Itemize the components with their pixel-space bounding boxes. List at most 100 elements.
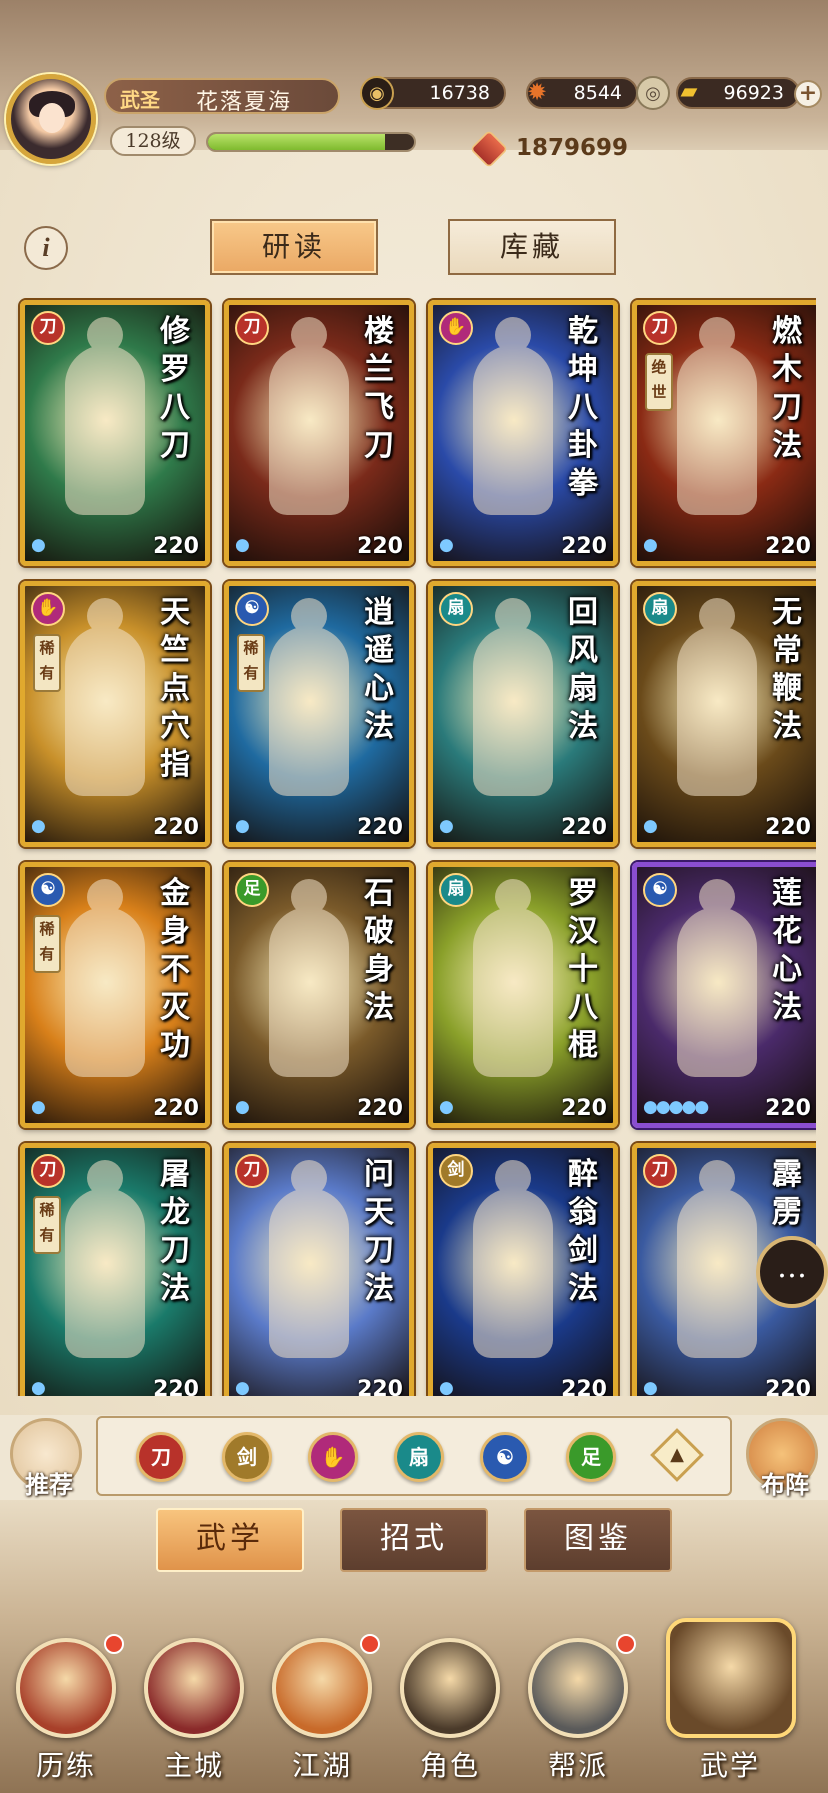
chat-bubble-icon: …	[777, 1250, 807, 1285]
avatar-face	[39, 103, 65, 133]
star-drops-icon: ●	[643, 816, 658, 836]
nav-icon	[666, 1618, 796, 1738]
nav-icon	[144, 1638, 244, 1738]
notification-dot	[360, 1634, 380, 1654]
star-drops-icon: ●	[643, 1378, 658, 1396]
info-button[interactable]: i	[24, 226, 68, 270]
character-art	[677, 317, 757, 515]
fan-type-icon: 扇	[439, 592, 473, 626]
skill-level: 220	[357, 815, 403, 840]
subtab-atlas[interactable]: 图鉴	[524, 1508, 672, 1572]
leaf-icon: ✹	[526, 78, 548, 106]
nav-item[interactable]: 帮派	[524, 1626, 636, 1786]
character-art	[65, 879, 145, 1077]
star-drops-icon: ●	[439, 1378, 454, 1396]
skill-level: 220	[765, 1377, 811, 1396]
rarity-badge: 绝世	[645, 353, 673, 411]
skill-title: 石破身法	[364, 876, 394, 1025]
fist-filter-icon[interactable]: ✋	[308, 1432, 358, 1482]
star-drops-icon: ●	[439, 1097, 454, 1117]
character-art	[269, 1160, 349, 1358]
star-drops-icon: ●	[31, 1097, 46, 1117]
formation-button[interactable]: 布阵	[746, 1418, 818, 1499]
foot-filter-icon[interactable]: 足	[566, 1432, 616, 1482]
coin-icon: ◉	[360, 76, 394, 110]
star-drops-icon: ●	[235, 535, 250, 555]
skill-card[interactable]: 剑 醉翁剑法 ● 220	[428, 1143, 618, 1396]
star-drops-icon: ●	[235, 816, 250, 836]
skill-card[interactable]: 扇 无常鞭法 ● 220	[632, 581, 816, 847]
nav-item[interactable]: 江湖	[268, 1626, 380, 1786]
skill-card[interactable]: ✋ 乾坤八卦拳 ● 220	[428, 300, 618, 566]
rarity-badge: 稀有	[237, 634, 265, 692]
subtab-moves[interactable]: 招式	[340, 1508, 488, 1572]
sword-filter-icon[interactable]: 刀	[136, 1432, 186, 1482]
skill-level: 220	[561, 815, 607, 840]
skill-level: 220	[357, 534, 403, 559]
skill-card[interactable]: 足 石破身法 ● 220	[224, 862, 414, 1128]
subtab-martial[interactable]: 武学	[156, 1508, 304, 1572]
skill-title: 霹雳	[772, 1157, 802, 1230]
foot-type-icon: 足	[235, 873, 269, 907]
character-art	[473, 879, 553, 1077]
combat-power: 1879699	[469, 129, 629, 169]
character-art	[269, 879, 349, 1077]
skill-card[interactable]: 刀 问天刀法 ● 220	[224, 1143, 414, 1396]
skill-title: 天竺点穴指	[160, 595, 190, 782]
sword-type-icon: 刀	[235, 311, 269, 345]
tab-study[interactable]: 研读	[210, 219, 378, 275]
ingot-value: 96923	[723, 82, 784, 104]
character-art	[473, 1160, 553, 1358]
skill-card[interactable]: ☯ 稀有 逍遥心法 ● 220	[224, 581, 414, 847]
yin-type-icon: ☯	[643, 873, 677, 907]
skill-card[interactable]: 刀稀有 屠龙刀法 ● 220	[20, 1143, 210, 1396]
star-drops-icon: ●	[439, 535, 454, 555]
skill-card[interactable]: 刀 楼兰飞刀 ● 220	[224, 300, 414, 566]
character-art	[269, 317, 349, 515]
rarity-badge: 稀有	[33, 634, 61, 692]
star-drops-icon: ●	[643, 535, 658, 555]
sword-type-icon: 刀	[235, 1154, 269, 1188]
star-drops-icon: ●	[235, 1097, 250, 1117]
blade-filter-icon[interactable]: 剑	[222, 1432, 272, 1482]
skill-card[interactable]: ☯ 稀有 金身不灭功 ● 220	[20, 862, 210, 1128]
skill-title: 燃木刀法	[772, 314, 802, 463]
nav-item[interactable]: 历练	[12, 1626, 124, 1786]
skill-level: 220	[765, 534, 811, 559]
nav-item[interactable]: 主城	[140, 1626, 248, 1786]
notification-dot	[616, 1634, 636, 1654]
player-avatar[interactable]	[6, 74, 96, 164]
skill-level: 220	[153, 534, 199, 559]
formation-label: 布阵	[761, 1470, 809, 1499]
skill-card[interactable]: 刀绝世 燃木刀法 ● 220	[632, 300, 816, 566]
skill-card[interactable]: 扇 罗汉十八棍 ● 220	[428, 862, 618, 1128]
nav-item[interactable]: 武学	[666, 1618, 796, 1786]
skill-title: 修罗八刀	[160, 314, 190, 463]
skill-card[interactable]: ☯ 莲花心法 ●●●●● 220	[632, 862, 816, 1128]
fist-type-icon: ✋	[31, 592, 65, 626]
skill-title: 无常鞭法	[772, 595, 802, 744]
add-currency-button[interactable]: +	[794, 80, 822, 108]
character-art	[65, 317, 145, 515]
nav-icon	[528, 1638, 628, 1738]
skill-level: 220	[153, 815, 199, 840]
fan-filter-icon[interactable]: 扇	[394, 1432, 444, 1482]
sword-type-icon: 刀	[31, 1154, 65, 1188]
character-art	[269, 598, 349, 796]
skill-card[interactable]: 刀 修罗八刀 ● 220	[20, 300, 210, 566]
leaf-value: 8544	[573, 82, 622, 104]
chevron-up-icon: ▲	[670, 1444, 684, 1465]
rarity-badge: 稀有	[33, 915, 61, 973]
skill-card[interactable]: 扇 回风扇法 ● 220	[428, 581, 618, 847]
chat-button[interactable]: …	[756, 1236, 828, 1308]
tab-storage[interactable]: 库藏	[448, 219, 616, 275]
star-drops-icon: ●	[31, 816, 46, 836]
yinyang-filter-icon[interactable]: ☯	[480, 1432, 530, 1482]
character-art	[473, 317, 553, 515]
recommend-button[interactable]: 推荐	[10, 1418, 82, 1499]
skill-title: 罗汉十八棍	[568, 876, 598, 1063]
nav-item[interactable]: 角色	[396, 1626, 504, 1786]
combat-power-value: 1879699	[516, 135, 629, 161]
character-art	[65, 598, 145, 796]
skill-card[interactable]: ✋ 稀有 天竺点穴指 ● 220	[20, 581, 210, 847]
